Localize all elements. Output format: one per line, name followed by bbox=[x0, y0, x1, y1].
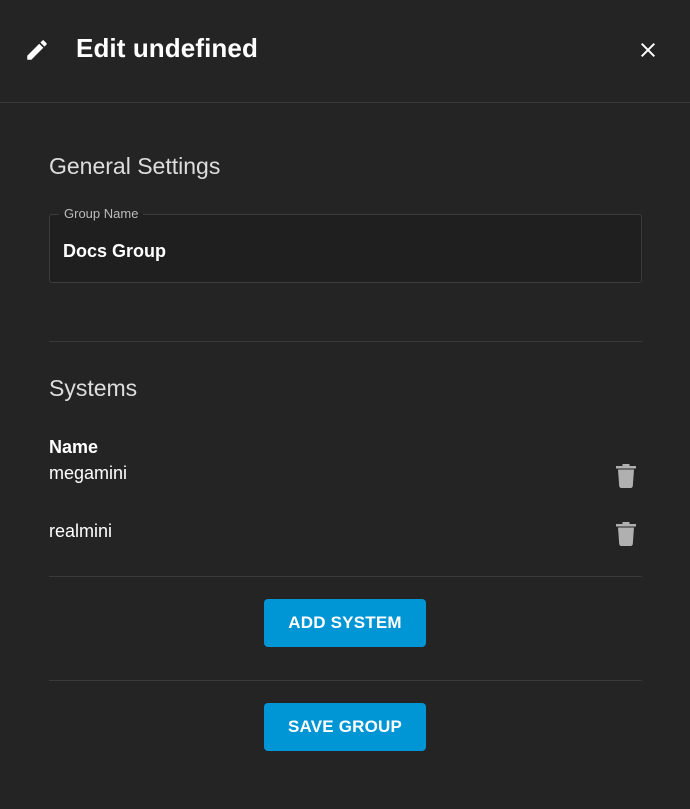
save-group-button[interactable]: SAVE GROUP bbox=[264, 703, 426, 751]
system-row: realmini bbox=[49, 519, 642, 549]
group-name-label: Group Name bbox=[59, 206, 144, 221]
system-name: realmini bbox=[49, 521, 113, 541]
pencil-icon bbox=[27, 40, 47, 60]
trash-icon[interactable] bbox=[614, 461, 638, 489]
trash-icon[interactable] bbox=[614, 519, 638, 547]
systems-column-name: Name bbox=[49, 437, 99, 457]
footer-divider bbox=[49, 680, 642, 681]
dialog-title: Edit undefined bbox=[76, 33, 258, 63]
section-divider bbox=[49, 341, 642, 342]
general-settings-heading: General Settings bbox=[49, 153, 221, 179]
dialog-header: Edit undefined bbox=[0, 0, 690, 103]
systems-divider bbox=[49, 576, 642, 577]
add-system-button[interactable]: ADD SYSTEM bbox=[264, 599, 426, 647]
close-icon[interactable] bbox=[636, 38, 660, 62]
systems-heading: Systems bbox=[49, 375, 138, 401]
system-name: megamini bbox=[49, 463, 128, 483]
system-row: megamini bbox=[49, 461, 642, 491]
group-name-input[interactable] bbox=[63, 241, 623, 262]
group-name-field[interactable]: Group Name bbox=[49, 206, 642, 283]
